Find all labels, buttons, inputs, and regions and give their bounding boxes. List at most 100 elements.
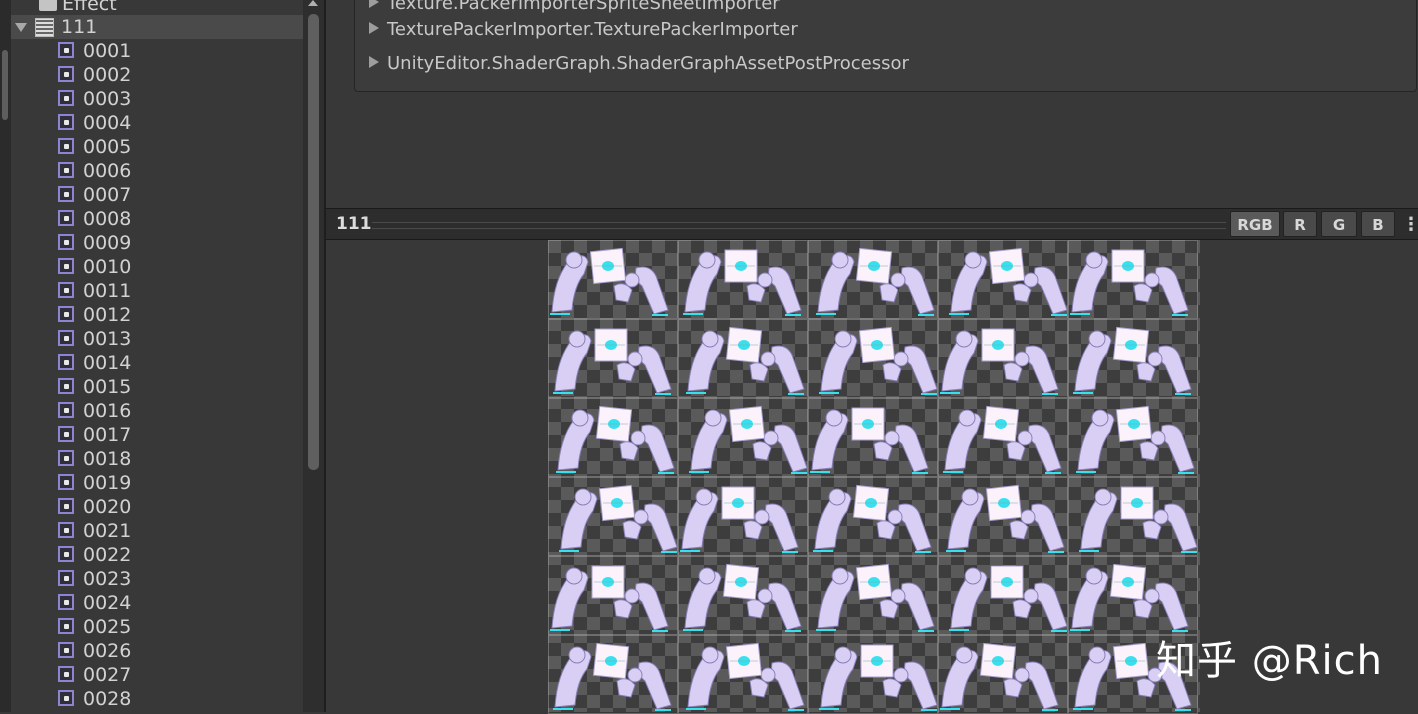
sprite-list-item[interactable]: 0016 xyxy=(11,399,303,423)
sprite-list-item[interactable]: 0004 xyxy=(11,111,303,135)
project-panel: Effect 111 0001 0002 0003 0004 0005 0006 0007 0… xyxy=(11,0,303,712)
sprite-list-item[interactable]: 0010 xyxy=(11,255,303,279)
sprite-label: 0008 xyxy=(83,208,132,230)
sprite-label: 0009 xyxy=(83,232,132,254)
sprite-icon xyxy=(58,210,74,226)
sprite-frame xyxy=(938,635,1068,714)
sprite-list-item[interactable]: 0018 xyxy=(11,447,303,471)
sprite-frame xyxy=(808,635,938,714)
sprite-frame xyxy=(1068,477,1198,556)
inspector-panel: Texture.PackerImporterSpriteSheetImporte… xyxy=(326,0,1418,208)
channel-b-button[interactable]: B xyxy=(1361,211,1395,237)
sprite-icon xyxy=(58,618,74,634)
sprite-icon xyxy=(58,474,74,490)
preview-resize-grip[interactable] xyxy=(372,222,1226,229)
sprite-label: 0007 xyxy=(83,184,132,206)
sprite-list-item[interactable]: 0019 xyxy=(11,471,303,495)
sprite-icon xyxy=(58,498,74,514)
sprite-frame xyxy=(938,398,1068,477)
sprite-list-item[interactable]: 0022 xyxy=(11,543,303,567)
sprite-frame xyxy=(678,398,808,477)
sprite-label: 0028 xyxy=(83,688,132,710)
sprite-icon xyxy=(58,90,74,106)
texture-icon xyxy=(35,18,54,37)
sprite-frame xyxy=(678,556,808,635)
sprite-list-item[interactable]: 0011 xyxy=(11,279,303,303)
kebab-menu-icon[interactable]: ⋮ xyxy=(1402,215,1418,235)
sprite-frame xyxy=(938,477,1068,556)
sprite-label: 0021 xyxy=(83,520,132,542)
tree-item-effect-folder[interactable]: Effect xyxy=(11,0,303,16)
sprite-frame xyxy=(938,556,1068,635)
sprite-icon xyxy=(58,186,74,202)
left-scroll-thumb[interactable] xyxy=(2,50,8,120)
sprite-list-item[interactable]: 0024 xyxy=(11,591,303,615)
sprite-frame xyxy=(678,477,808,556)
sprite-list-item[interactable]: 0006 xyxy=(11,159,303,183)
scroll-up-arrow-icon[interactable] xyxy=(308,0,318,6)
sprite-frame xyxy=(808,477,938,556)
processor-item[interactable]: TexturePackerImporter.TexturePackerImpor… xyxy=(369,19,798,40)
sprite-icon xyxy=(58,642,74,658)
sprite-label: 0015 xyxy=(83,376,132,398)
sprite-list-item[interactable]: 0001 xyxy=(11,39,303,63)
sprite-frame xyxy=(808,398,938,477)
sprite-icon xyxy=(58,666,74,682)
left-panel-scrollbar[interactable] xyxy=(0,0,11,712)
sprite-frame xyxy=(678,635,808,714)
sprite-label: 0011 xyxy=(83,280,132,302)
sprite-list-item[interactable]: 0026 xyxy=(11,639,303,663)
sprite-icon xyxy=(58,378,74,394)
sprite-label: 0025 xyxy=(83,616,132,638)
sprite-icon xyxy=(58,690,74,706)
sprite-list-item[interactable]: 0013 xyxy=(11,327,303,351)
channel-g-button[interactable]: G xyxy=(1321,211,1357,237)
sprite-label: 0013 xyxy=(83,328,132,350)
sprite-label: 0020 xyxy=(83,496,132,518)
sprite-list-item[interactable]: 0007 xyxy=(11,183,303,207)
sprite-list-item[interactable]: 0008 xyxy=(11,207,303,231)
sprite-list-item[interactable]: 0028 xyxy=(11,687,303,711)
sprite-label: 0024 xyxy=(83,592,132,614)
sprite-icon xyxy=(58,354,74,370)
sprite-frame xyxy=(1068,556,1198,635)
sprite-icon xyxy=(58,330,74,346)
channel-rgb-button[interactable]: RGB xyxy=(1230,211,1280,237)
sprite-frame xyxy=(808,556,938,635)
project-scrollbar[interactable] xyxy=(303,0,324,712)
sprite-list-item[interactable]: 0009 xyxy=(11,231,303,255)
sprite-icon xyxy=(58,570,74,586)
sprite-list-item[interactable]: 0002 xyxy=(11,63,303,87)
watermark: 知乎 @Rich xyxy=(1156,638,1383,684)
sprite-label: 0018 xyxy=(83,448,132,470)
fold-arrow-icon[interactable] xyxy=(15,23,27,32)
sprite-label: 0012 xyxy=(83,304,132,326)
sprite-icon xyxy=(58,138,74,154)
sprite-list-item[interactable]: 0005 xyxy=(11,135,303,159)
processor-item[interactable]: UnityEditor.ShaderGraph.ShaderGraphAsset… xyxy=(369,53,909,74)
sprite-list-item[interactable]: 0021 xyxy=(11,519,303,543)
sprite-list-item[interactable]: 0027 xyxy=(11,663,303,687)
sprite-list-item[interactable]: 0023 xyxy=(11,567,303,591)
sprite-list-item[interactable]: 0015 xyxy=(11,375,303,399)
sprite-list-item[interactable]: 0014 xyxy=(11,351,303,375)
expand-arrow-icon xyxy=(369,22,379,34)
sprite-list-item[interactable]: 0012 xyxy=(11,303,303,327)
processor-item[interactable]: Texture.PackerImporterSpriteSheetImporte… xyxy=(369,0,780,14)
sprite-icon xyxy=(58,594,74,610)
sprite-sheet-preview xyxy=(548,240,1200,712)
tree-item-sprite-sheet[interactable]: 111 xyxy=(11,15,303,39)
sprite-icon xyxy=(58,234,74,250)
sprite-list-item[interactable]: 0017 xyxy=(11,423,303,447)
sprite-frame xyxy=(548,635,678,714)
sprite-list-item[interactable]: 0003 xyxy=(11,87,303,111)
sprite-frame xyxy=(808,319,938,398)
sprite-icon xyxy=(58,66,74,82)
preview-title: 111 xyxy=(336,214,372,234)
project-scroll-thumb[interactable] xyxy=(308,14,319,470)
sprite-list-item[interactable]: 0025 xyxy=(11,615,303,639)
sprite-frame xyxy=(808,240,938,319)
channel-r-button[interactable]: R xyxy=(1283,211,1317,237)
sprite-label: 0022 xyxy=(83,544,132,566)
sprite-list-item[interactable]: 0020 xyxy=(11,495,303,519)
